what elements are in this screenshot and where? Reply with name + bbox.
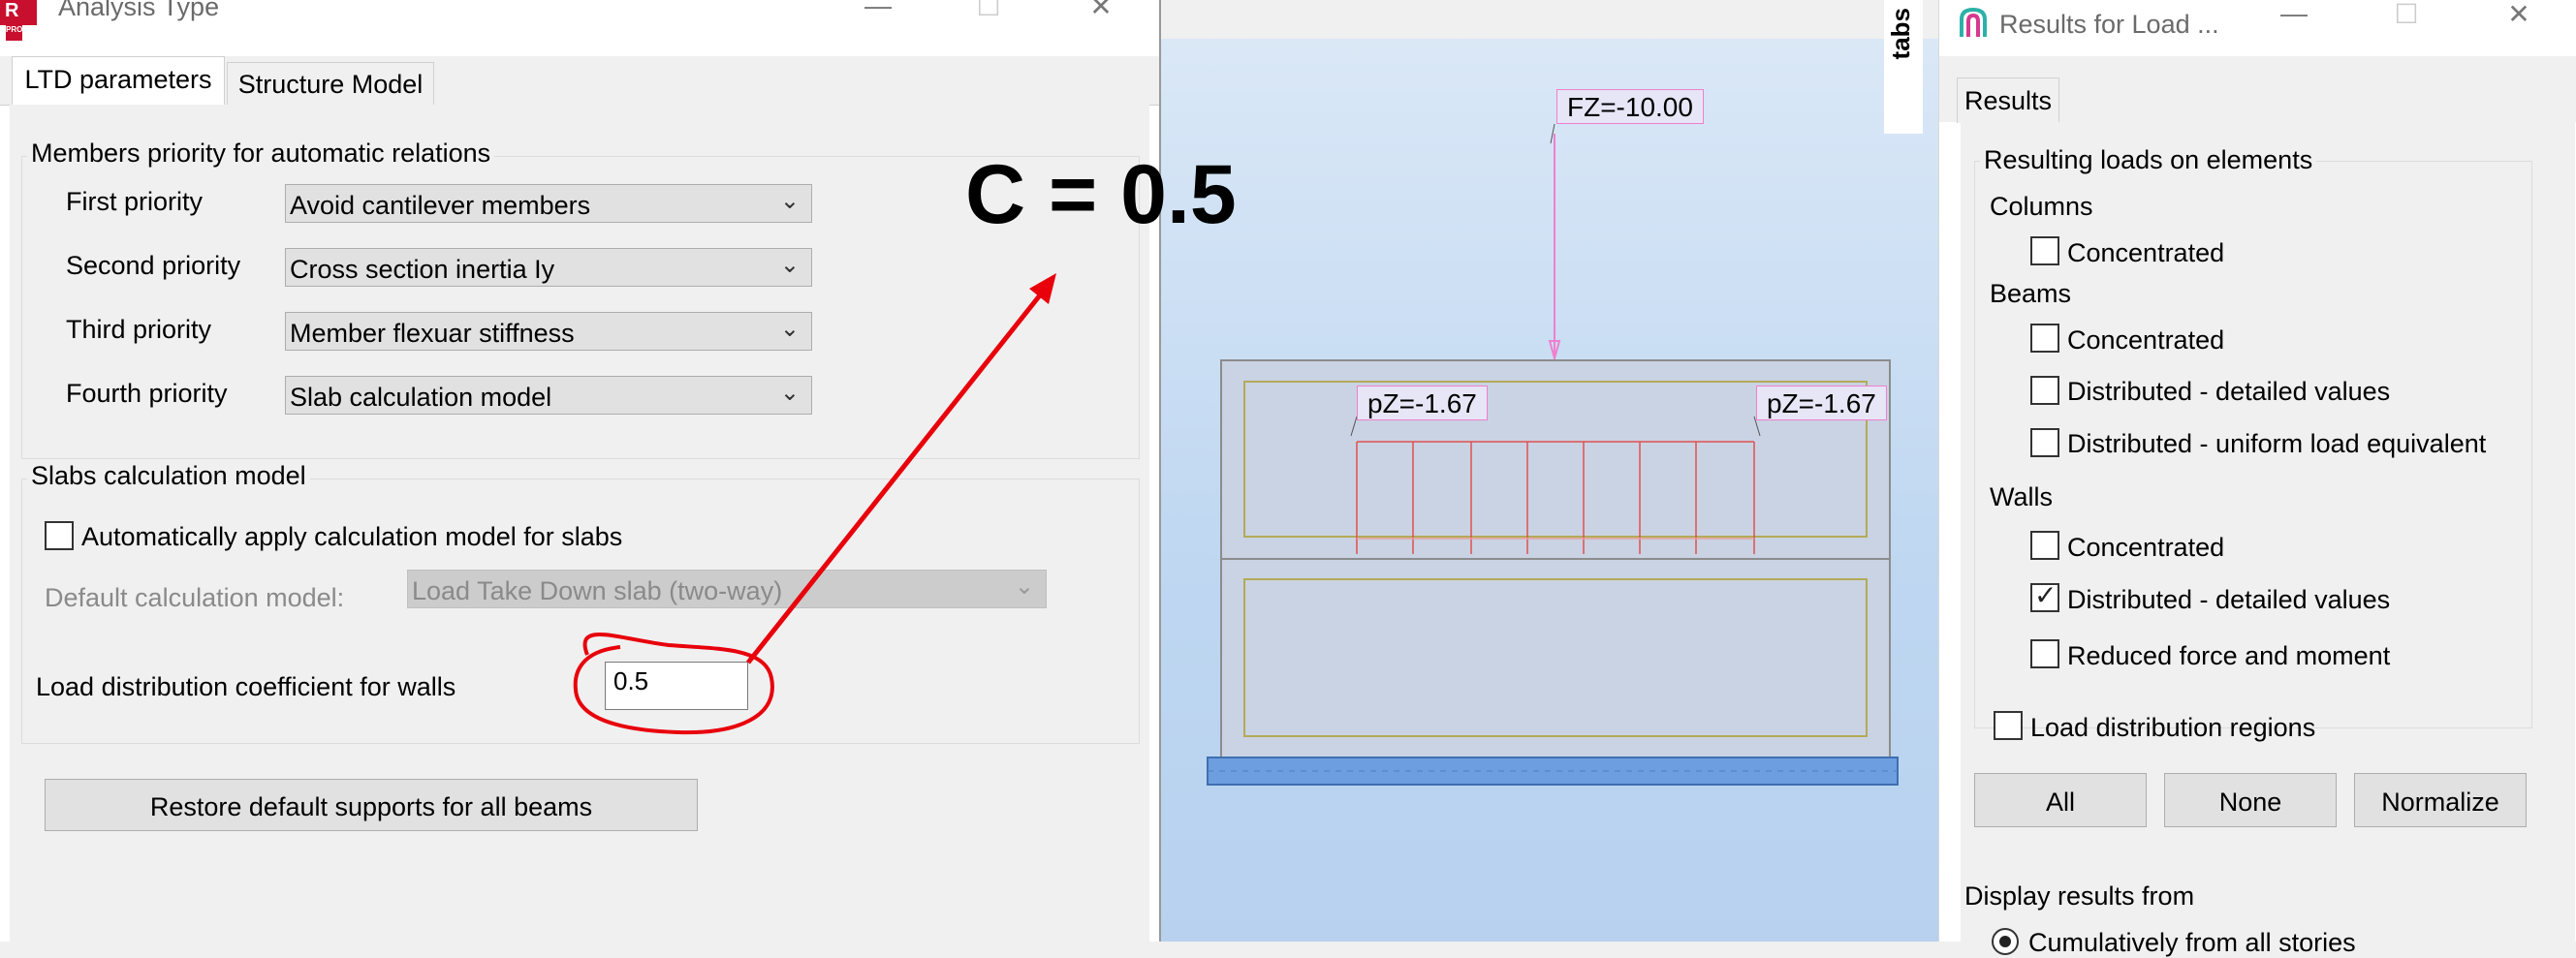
first-priority-select[interactable]: Avoid cantilever members ⌄ <box>285 184 812 223</box>
robot-arch-icon <box>1959 6 1988 39</box>
maximize-button[interactable]: ☐ <box>959 0 1018 22</box>
structure-viewport[interactable]: tabs FZ=-10.00 pZ=-1.67 pZ=-1.67 <box>1159 0 1940 942</box>
beams-concentrated-label: Concentrated <box>2067 325 2225 355</box>
title-bar: R PRO Analysis Type — ☐ ✕ <box>0 0 1159 41</box>
columns-heading: Columns <box>1990 192 2093 221</box>
beams-distributed-detailed-checkbox[interactable] <box>2030 376 2059 405</box>
all-button[interactable]: All <box>1974 773 2147 827</box>
resulting-loads-title: Resulting loads on elements <box>1980 145 2317 175</box>
walls-heading: Walls <box>1990 482 2053 511</box>
third-priority-label: Third priority <box>66 315 212 344</box>
auto-apply-label: Automatically apply calculation model fo… <box>81 522 623 551</box>
beams-heading: Beams <box>1990 279 2072 308</box>
cumulative-radio[interactable] <box>1992 928 2019 955</box>
analysis-type-dialog: R PRO Analysis Type — ☐ ✕ LTD parameters … <box>0 0 1159 942</box>
distributed-load-label-right: pZ=-1.67 <box>1756 386 1887 420</box>
load-distribution-regions-checkbox[interactable] <box>1994 711 2023 740</box>
distributed-load-label-left: pZ=-1.67 <box>1357 386 1488 420</box>
results-options: Resulting loads on elements Columns Conc… <box>1961 122 2575 957</box>
walls-distributed-detailed-checkbox[interactable] <box>2030 579 2059 612</box>
panel-title: Results for Load ... <box>1999 10 2219 39</box>
walls-concentrated-checkbox[interactable] <box>2030 531 2059 560</box>
beams-concentrated-checkbox[interactable] <box>2030 324 2059 353</box>
default-model-label: Default calculation model: <box>45 583 345 612</box>
tab-ltd-parameters[interactable]: LTD parameters <box>12 56 225 106</box>
minimize-button[interactable]: — <box>849 0 907 21</box>
display-results-from-label: Display results from <box>1964 881 2195 911</box>
auto-apply-checkbox[interactable] <box>45 521 74 550</box>
fourth-priority-select[interactable]: Slab calculation model ⌄ <box>285 376 812 415</box>
chevron-down-icon: ⌄ <box>779 380 800 406</box>
first-priority-label: First priority <box>66 187 203 216</box>
window-title: Analysis Type <box>58 0 220 21</box>
structure-drawing <box>1207 123 1899 786</box>
columns-concentrated-checkbox[interactable] <box>2030 236 2059 265</box>
robot-app-icon: R PRO <box>0 0 37 41</box>
beams-distributed-uniform-label: Distributed - uniform load equivalent <box>2067 429 2487 458</box>
walls-reduced-label: Reduced force and moment <box>2067 641 2391 670</box>
tab-structure-model[interactable]: Structure Model <box>227 62 434 105</box>
columns-concentrated-label: Concentrated <box>2067 238 2225 267</box>
beams-distributed-detailed-label: Distributed - detailed values <box>2067 377 2391 406</box>
fourth-priority-label: Fourth priority <box>66 379 228 408</box>
close-button[interactable]: ✕ <box>1072 0 1130 22</box>
third-priority-select[interactable]: Member flexuar stiffness ⌄ <box>285 312 812 351</box>
minimize-button[interactable]: — <box>2265 0 2323 29</box>
results-for-load-panel: Results for Load ... — ☐ ✕ Results Resul… <box>1938 0 2576 957</box>
members-priority-title: Members priority for automatic relations <box>27 139 495 169</box>
coefficient-label: Load distribution coefficient for walls <box>36 672 456 701</box>
walls-distributed-detailed-label: Distributed - detailed values <box>2067 585 2391 614</box>
restore-default-supports-button[interactable]: Restore default supports for all beams <box>45 779 698 831</box>
second-priority-select[interactable]: Cross section inertia Iy ⌄ <box>285 248 812 287</box>
slabs-calculation-title: Slabs calculation model <box>27 461 310 491</box>
point-load-label: FZ=-10.00 <box>1556 89 1704 124</box>
chevron-down-icon: ⌄ <box>779 188 800 214</box>
close-button[interactable]: ✕ <box>2490 0 2548 30</box>
tab-results[interactable]: Results <box>1957 77 2059 123</box>
annotation-text: C = 0.5 <box>965 148 1237 241</box>
default-model-select[interactable]: Load Take Down slab (two-way) ⌄ <box>407 570 1047 608</box>
beams-distributed-uniform-checkbox[interactable] <box>2030 428 2059 457</box>
maximize-button[interactable]: ☐ <box>2377 0 2435 30</box>
cumulative-radio-label: Cumulatively from all stories <box>2028 928 2356 957</box>
second-priority-label: Second priority <box>66 251 241 280</box>
coefficient-input[interactable]: 0.5 <box>605 662 748 710</box>
tab-strip: LTD parameters Structure Model <box>0 56 1159 106</box>
load-distribution-regions-label: Load distribution regions <box>2030 713 2316 742</box>
lower-wall <box>1220 558 1891 759</box>
none-button[interactable]: None <box>2164 773 2337 827</box>
walls-concentrated-label: Concentrated <box>2067 533 2225 562</box>
normalize-button[interactable]: Normalize <box>2354 773 2527 827</box>
chevron-down-icon: ⌄ <box>779 252 800 278</box>
chevron-down-icon: ⌄ <box>1014 573 1034 600</box>
walls-reduced-checkbox[interactable] <box>2030 639 2059 668</box>
chevron-down-icon: ⌄ <box>779 316 800 342</box>
